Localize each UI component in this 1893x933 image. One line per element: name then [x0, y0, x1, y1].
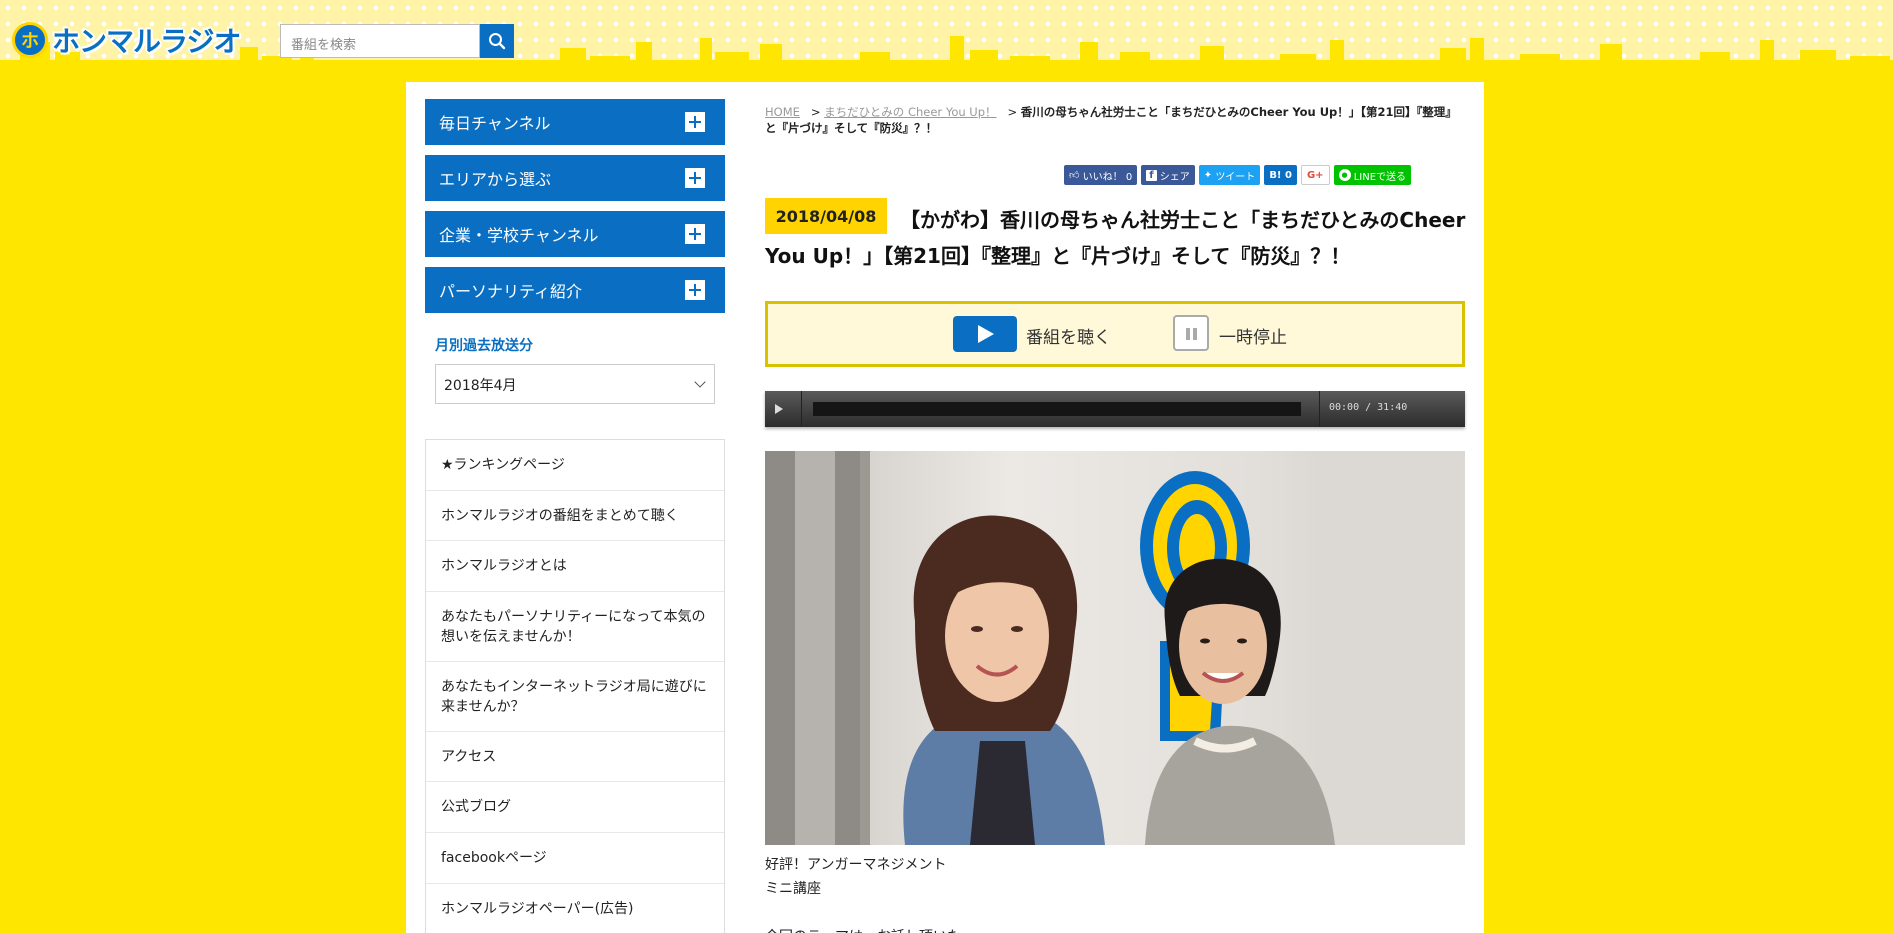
menu-company-school[interactable]: 企業・学校チャンネル — [425, 211, 725, 257]
article-body: 好評！アンガーマネジメント ミニ講座 今回のテーマは、お話し頂いた — [765, 853, 961, 933]
tweet-label: ツイート — [1215, 171, 1256, 183]
breadcrumb-program[interactable]: まちだひとみの Cheer You Up！ — [824, 105, 996, 119]
sidebar-link-listen-all[interactable]: ホンマルラジオの番組をまとめて聴く — [426, 491, 724, 541]
pause-label[interactable]: 一時停止 — [1219, 323, 1287, 348]
body-line: 今回のテーマは、お話し頂いた — [765, 925, 961, 933]
logo-text: ホンマルラジオ — [52, 25, 241, 58]
menu-area[interactable]: エリアから選ぶ — [425, 155, 725, 201]
plus-icon — [685, 280, 705, 300]
sidebar-link-ranking[interactable]: ★ランキングページ — [426, 440, 724, 491]
chevron-down-icon — [694, 376, 706, 388]
hatena-label: B! 0 — [1269, 169, 1292, 181]
breadcrumb-separator: > — [1007, 105, 1018, 119]
audio-time: 00:00 / 31:40 — [1329, 402, 1408, 413]
menu-label: 毎日チャンネル — [439, 114, 551, 133]
audio-divider — [801, 391, 802, 427]
audio-progress-track[interactable] — [813, 402, 1301, 416]
menu-label: エリアから選ぶ — [439, 170, 552, 189]
sidebar-link-about[interactable]: ホンマルラジオとは — [426, 541, 724, 592]
line-icon: ● — [1338, 169, 1351, 181]
main-container: 毎日チャンネル エリアから選ぶ 企業・学校チャンネル パーソナリティ紹介 月別過… — [406, 82, 1484, 933]
link-label: あなたもパーソナリティーになって本気の想いを伝えませんか！ — [441, 608, 706, 645]
listen-play-button[interactable] — [953, 316, 1017, 352]
monthly-archive-title: 月別過去放送分 — [435, 338, 533, 354]
site-header: ホ ホンマルラジオ 番組を検索 — [0, 0, 1893, 82]
pause-button[interactable] — [1173, 315, 1209, 351]
month-select-value: 2018年4月 — [444, 378, 517, 394]
body-line: ミニ講座 — [765, 881, 821, 897]
audio-play-icon[interactable] — [775, 404, 783, 414]
link-label: ホンマルラジオペーパー(広告) — [441, 901, 634, 917]
breadcrumb-separator: > — [810, 105, 821, 119]
photo-two-women-studio — [765, 451, 1465, 845]
link-label: ホンマルラジオの番組をまとめて聴く — [441, 507, 679, 524]
search-button[interactable] — [480, 24, 514, 58]
line-share-button[interactable]: ● LINEで送る — [1333, 165, 1412, 185]
link-label: アクセス — [441, 748, 497, 765]
google-plus-button[interactable]: G+ — [1300, 165, 1330, 185]
gplus-label: G+ — [1306, 169, 1324, 181]
menu-personality[interactable]: パーソナリティ紹介 — [425, 267, 725, 313]
plus-icon — [685, 112, 705, 132]
line-label: LINEで送る — [1353, 171, 1407, 183]
like-label: いいね！ 0 — [1082, 171, 1133, 183]
article-photo — [765, 451, 1465, 845]
post-title: 【かがわ】香川の母ちゃん社労士こと「まちだひとみのCheer You Up！」【… — [765, 208, 1466, 268]
sidebar-link-blog[interactable]: 公式ブログ — [426, 782, 724, 833]
sidebar-link-visit-station[interactable]: あなたもインターネットラジオ局に遊びに来ませんか？ — [426, 662, 724, 732]
menu-label: パーソナリティ紹介 — [439, 282, 583, 301]
link-label: あなたもインターネットラジオ局に遊びに来ませんか？ — [441, 678, 707, 715]
sidebar-link-become-personality[interactable]: あなたもパーソナリティーになって本気の想いを伝えませんか！ — [426, 592, 724, 662]
thumbs-up-icon: 👍︎ — [1069, 170, 1080, 181]
month-select[interactable]: 2018年4月 — [435, 364, 715, 404]
audio-player: 00:00 / 31:40 — [765, 391, 1465, 427]
twitter-bird-icon: ✦ — [1203, 169, 1213, 181]
site-logo[interactable]: ホ ホンマルラジオ — [12, 20, 242, 60]
facebook-like-button[interactable]: 👍︎ いいね！ 0 — [1064, 165, 1138, 185]
facebook-icon: f — [1146, 169, 1157, 181]
share-label: シェア — [1159, 171, 1190, 183]
link-label: ★ランキングページ — [441, 457, 565, 473]
search-input[interactable]: 番組を検索 — [280, 24, 480, 58]
body-line: 好評！アンガーマネジメント — [765, 857, 947, 873]
search-icon — [489, 33, 506, 50]
plus-icon — [685, 224, 705, 244]
menu-daily-channel[interactable]: 毎日チャンネル — [425, 99, 725, 145]
link-label: ホンマルラジオとは — [441, 558, 567, 574]
hatena-bookmark-button[interactable]: B! 0 — [1264, 165, 1297, 185]
link-label: 公式ブログ — [441, 799, 511, 815]
share-buttons: 👍︎ いいね！ 0 f シェア ✦ ツイート B! 0 G+ ● LINEで送る — [1064, 165, 1412, 185]
sidebar-links: ★ランキングページ ホンマルラジオの番組をまとめて聴く ホンマルラジオとは あな… — [425, 439, 725, 933]
body-line — [765, 901, 961, 925]
facebook-share-button[interactable]: f シェア — [1141, 165, 1195, 185]
plus-icon — [685, 168, 705, 188]
program-player: 番組を聴く 一時停止 — [765, 301, 1465, 367]
sidebar-link-facebook[interactable]: facebookページ — [426, 833, 724, 884]
breadcrumb-home[interactable]: HOME — [765, 105, 800, 119]
tweet-button[interactable]: ✦ ツイート — [1198, 165, 1261, 185]
menu-label: 企業・学校チャンネル — [439, 226, 599, 245]
sidebar-link-paper[interactable]: ホンマルラジオペーパー(広告) — [426, 884, 724, 933]
audio-divider — [1319, 391, 1320, 427]
breadcrumb: HOME > まちだひとみの Cheer You Up！ > 香川の母ちゃん社労… — [765, 104, 1465, 136]
link-label: facebookページ — [441, 850, 547, 866]
sidebar-link-access[interactable]: アクセス — [426, 732, 724, 782]
logo-mascot-icon: ホ — [12, 22, 48, 58]
listen-label[interactable]: 番組を聴く — [1026, 323, 1111, 348]
